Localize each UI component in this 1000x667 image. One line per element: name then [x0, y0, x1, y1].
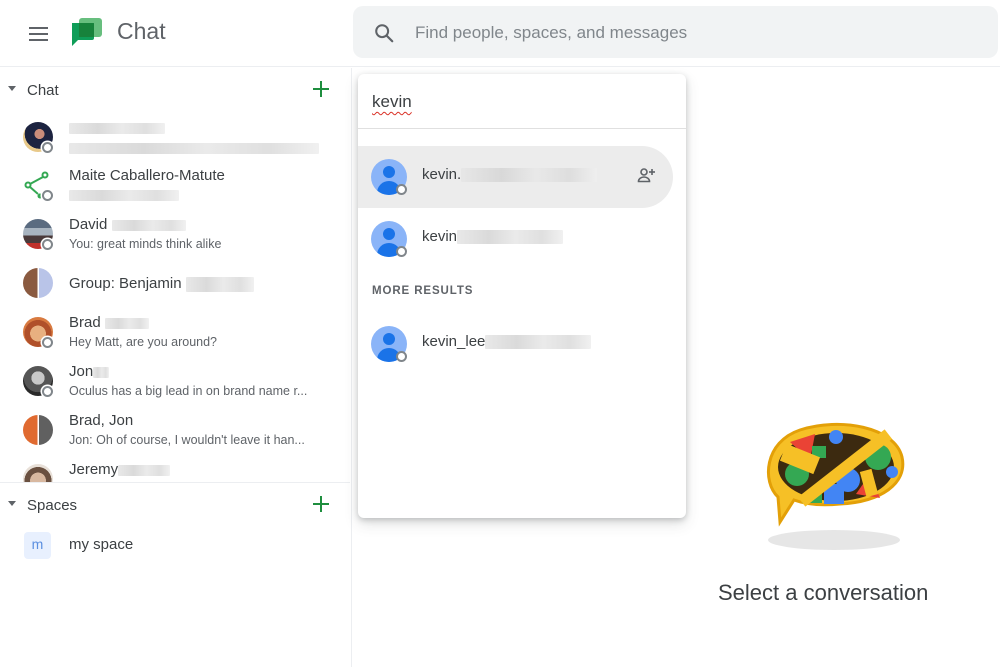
more-results-heading: MORE RESULTS: [372, 285, 474, 297]
chat-snippet: You: great minds think alike: [69, 237, 222, 251]
result-name-text: kevin_lee: [422, 333, 486, 350]
chat-section-label: Chat: [27, 82, 59, 99]
status-indicator-icon: [396, 351, 407, 362]
result-name: kevin.: [422, 166, 598, 183]
chat-name: David: [69, 216, 186, 233]
redacted-name: [104, 317, 149, 329]
section-divider: [0, 482, 350, 483]
search-input[interactable]: Find people, spaces, and messages: [415, 23, 687, 43]
spaces-section-label: Spaces: [27, 497, 78, 514]
group-avatar: [23, 415, 53, 445]
group-avatar: [23, 268, 53, 298]
chat-list: Maite Caballero-Matute David You: great …: [0, 112, 350, 482]
space-list-item[interactable]: m my space: [0, 530, 350, 562]
chat-bubble-shapes-illustration: [766, 423, 905, 550]
chat-name: [69, 119, 165, 136]
avatar-head: [383, 228, 395, 240]
result-name-text: kevin.: [422, 166, 462, 183]
search-icon[interactable]: [373, 22, 395, 44]
redacted-name: [457, 230, 564, 245]
spaces-section-header[interactable]: Spaces: [0, 485, 350, 525]
chat-section-header[interactable]: Chat: [0, 70, 350, 110]
chat-snippet: Hey Matt, are you around?: [69, 335, 217, 349]
redacted-name: [69, 122, 165, 134]
avatar-head: [383, 333, 395, 345]
hamburger-menu-icon: [28, 27, 48, 29]
search-query-input[interactable]: kevin: [372, 92, 412, 112]
new-space-plus-icon[interactable]: [309, 492, 333, 516]
dropdown-divider: [358, 128, 686, 129]
result-name-text: kevin: [422, 228, 458, 245]
chat-list-item[interactable]: Jon Oculus has a big lead in on brand na…: [0, 360, 350, 408]
chat-name-text: Brad: [69, 314, 101, 331]
chat-snippet: Jon: Oh of course, I wouldn't leave it h…: [69, 433, 305, 447]
status-indicator-icon: [42, 337, 53, 348]
status-indicator-icon: [396, 184, 407, 195]
chat-name-text: Jeremy: [69, 461, 119, 478]
status-indicator-icon: [42, 386, 53, 397]
top-bar: Chat Find people, spaces, and messages: [0, 0, 1000, 67]
chat-name: Brad, Jon: [69, 412, 134, 429]
redacted-name: [111, 219, 186, 231]
chat-name: Jon: [69, 363, 110, 380]
search-bar[interactable]: Find people, spaces, and messages: [353, 6, 998, 58]
chat-name-text: Group: Benjamin: [69, 275, 182, 292]
result-name: kevin: [422, 228, 564, 245]
search-result-item[interactable]: kevin.: [358, 146, 673, 208]
status-indicator-icon: [42, 142, 53, 153]
chat-list-item[interactable]: Group: Benjamin: [0, 262, 350, 310]
status-indicator-icon: [396, 246, 407, 257]
space-name: my space: [69, 536, 134, 553]
chat-list-item[interactable]: Brad, Jon Jon: Oh of course, I wouldn't …: [0, 409, 350, 457]
redacted-snippet: [69, 143, 319, 155]
empty-state-text: Select a conversation: [718, 580, 929, 605]
chat-snippet: Oculus has a big lead in on brand name r…: [69, 384, 308, 398]
chat-name: Maite Caballero-Matute: [69, 167, 225, 184]
chat-name: Brad: [69, 314, 149, 331]
redacted-snippet: [69, 190, 179, 202]
status-indicator-icon: [42, 239, 53, 250]
redacted-name: [185, 276, 254, 292]
chat-name-text: Jon: [69, 363, 94, 380]
result-name: kevin_lee: [422, 333, 592, 350]
redacted-name: [461, 168, 598, 183]
chat-snippet: [69, 188, 324, 202]
app-title: Chat: [117, 18, 166, 44]
chat-list-item[interactable]: Maite Caballero-Matute: [0, 164, 350, 212]
chat-snippet: [69, 141, 324, 155]
search-results-dropdown: kevin kevin. kevin MORE RESULTS kevin_le…: [358, 74, 686, 518]
chat-list-item[interactable]: David You: great minds think alike: [0, 213, 350, 261]
main-menu-button[interactable]: [22, 18, 54, 50]
avatar-head: [383, 166, 395, 178]
chat-name: Group: Benjamin: [69, 275, 254, 292]
hamburger-menu-icon-line: [28, 39, 48, 41]
add-person-icon[interactable]: [636, 166, 656, 186]
avatar: [23, 464, 53, 482]
status-indicator-icon: [42, 190, 53, 201]
caret-down-icon[interactable]: [8, 86, 16, 91]
chat-name-text: David: [69, 216, 108, 233]
chat-list-item[interactable]: Jeremy: [0, 458, 350, 482]
redacted-name: [118, 464, 171, 476]
hamburger-menu-icon-line: [28, 33, 48, 35]
search-result-item[interactable]: kevin_lee: [358, 313, 673, 375]
caret-down-icon[interactable]: [8, 501, 16, 506]
sidebar: Chat Maite Caballero-Matute David You: g…: [0, 68, 352, 667]
google-chat-logo[interactable]: [70, 17, 104, 49]
space-initial-badge: m: [24, 532, 51, 559]
chat-name: Jeremy: [69, 461, 171, 478]
new-chat-plus-icon[interactable]: [309, 77, 333, 101]
redacted-name: [485, 335, 592, 350]
chat-list-item[interactable]: Brad Hey Matt, are you around?: [0, 311, 350, 359]
search-result-item[interactable]: kevin: [358, 208, 673, 270]
redacted-name: [93, 366, 110, 378]
chat-list-item[interactable]: [0, 116, 350, 164]
